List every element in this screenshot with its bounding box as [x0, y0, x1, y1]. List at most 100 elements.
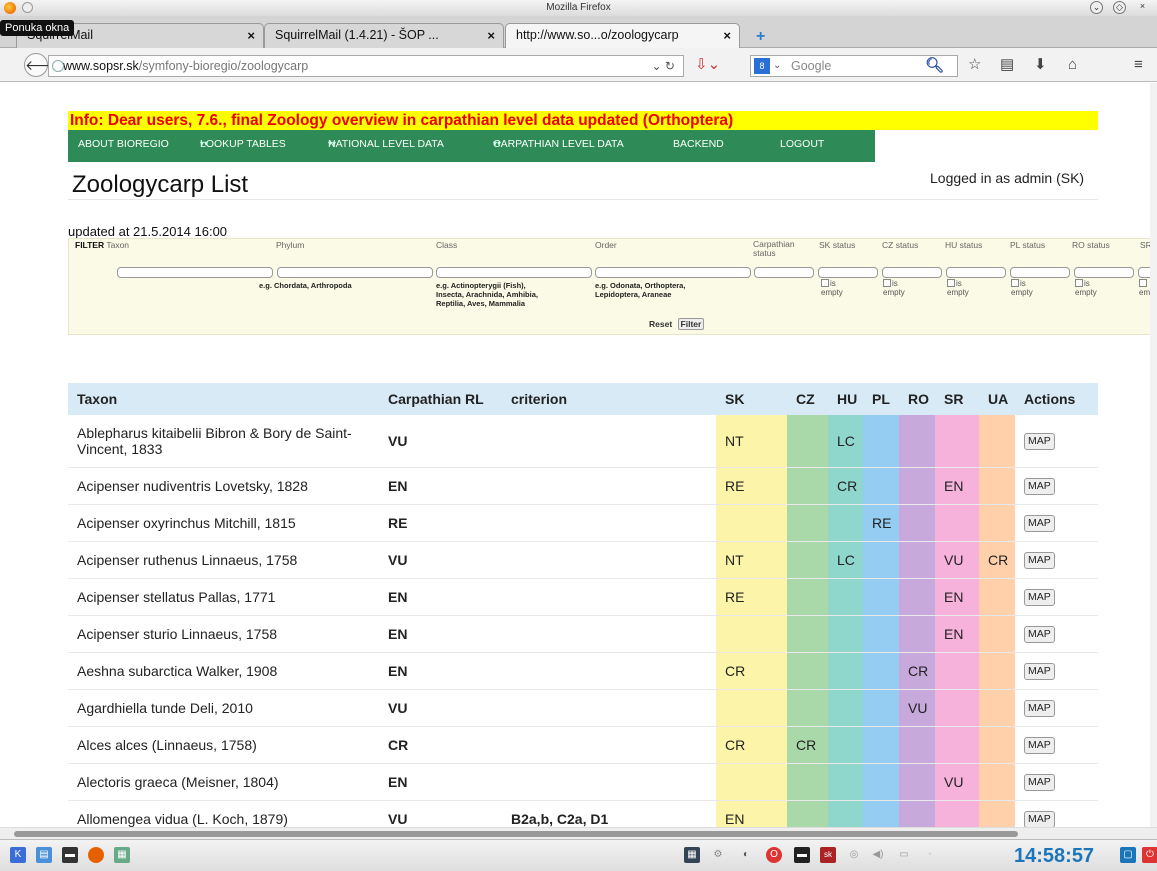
horizontal-scrollbar[interactable] — [0, 827, 1157, 839]
new-tab-button[interactable]: + — [756, 29, 765, 45]
filter-cz-label: CZ status — [882, 240, 919, 250]
col-carpathian-rl[interactable]: Carpathian RL — [379, 383, 502, 415]
dropdown-icon: ▾▾ — [200, 139, 209, 148]
pl-empty-checkbox[interactable]: is empty — [1011, 279, 1033, 297]
reload-icon[interactable]: ⌄ ↻ — [652, 56, 675, 76]
taskbar: K ▤ ▬ ▦ ▦ ⚙ ◐ O ▬ sk ◎ ◀) ▭ ◦ 14:58:57 ▢… — [0, 839, 1157, 871]
download-icon[interactable]: ⬇ — [1034, 56, 1047, 74]
maximize-icon[interactable]: ◇ — [1113, 1, 1126, 14]
search-engine-icon[interactable]: 8 — [754, 58, 770, 74]
url-bar[interactable]: www.sopsr.sk/symfony-bioregio/zoologycar… — [48, 55, 684, 77]
network-tray-icon[interactable]: ◎ — [846, 847, 862, 863]
carpathian-rl-cell: VU — [379, 800, 502, 827]
filter-ro-input[interactable] — [1074, 267, 1134, 278]
cz-empty-checkbox[interactable]: is empty — [883, 279, 905, 297]
kde-menu-icon[interactable]: K — [10, 847, 26, 863]
power-icon[interactable]: ⏻ — [1142, 847, 1157, 863]
search-placeholder: Google — [791, 59, 832, 73]
minimize-icon[interactable]: ⌄ — [1090, 1, 1103, 14]
file-manager-icon[interactable]: ▤ — [36, 847, 52, 863]
show-desktop-icon[interactable]: ▢ — [1120, 847, 1136, 863]
map-button[interactable]: MAP — [1024, 589, 1055, 606]
search-icon[interactable]: 🔍︎ — [925, 56, 944, 74]
home-icon[interactable]: ⌂ — [1068, 56, 1077, 74]
firefox-taskbar-icon[interactable] — [88, 847, 104, 863]
volume-icon[interactable]: ◀) — [870, 847, 886, 863]
map-button[interactable]: MAP — [1024, 774, 1055, 791]
col-hu[interactable]: HU — [828, 383, 863, 415]
tab-zoologycarp[interactable]: http://www.so...o/zoologycarp × — [505, 23, 740, 49]
bookmark-drop-icon[interactable]: ⇩⌄ — [695, 56, 720, 74]
map-button[interactable]: MAP — [1024, 626, 1055, 643]
back-button[interactable]: 🡐 — [24, 53, 63, 77]
menu-icon[interactable]: ≡ — [1134, 56, 1143, 74]
taxon-cell: Acipenser nudiventris Lovetsky, 1828 — [68, 467, 379, 505]
col-taxon[interactable]: Taxon — [68, 383, 379, 415]
reading-list-icon[interactable]: ▤ — [1000, 56, 1014, 74]
col-ro[interactable]: RO — [899, 383, 935, 415]
sr-empty-checkbox[interactable]: em — [1139, 279, 1150, 297]
tab-close-icon[interactable]: × — [247, 24, 255, 47]
window-menu-icon[interactable] — [22, 2, 33, 13]
col-cz[interactable]: CZ — [787, 383, 828, 415]
reset-button[interactable]: Reset — [649, 319, 672, 329]
map-button[interactable]: MAP — [1024, 811, 1055, 827]
gimp-tray-icon[interactable]: ◐ — [738, 847, 754, 863]
col-criterion[interactable]: criterion — [502, 383, 716, 415]
ro-empty-checkbox[interactable]: is empty — [1075, 279, 1097, 297]
order-hint-1: e.g. Odonata, Orthoptera, — [595, 281, 686, 290]
star-icon[interactable]: ☆ — [968, 56, 981, 74]
map-button[interactable]: MAP — [1024, 552, 1055, 569]
filter-taxon-input[interactable] — [117, 267, 273, 278]
filter-carp-status-input[interactable] — [754, 267, 814, 278]
map-button[interactable]: MAP — [1024, 663, 1055, 680]
monitor-tray-icon[interactable]: ▬ — [794, 847, 810, 863]
app-icon[interactable]: ▦ — [114, 847, 130, 863]
criterion-cell — [502, 504, 716, 542]
actions-cell: MAP — [1015, 415, 1098, 468]
tab-squirrelmail-sop[interactable]: SquirrelMail (1.4.21) - ŠOP ... × — [264, 23, 504, 48]
sk-empty-checkbox[interactable]: is empty — [821, 279, 843, 297]
col-sk[interactable]: SK — [716, 383, 787, 415]
filter-pl-input[interactable] — [1010, 267, 1070, 278]
hu-empty-checkbox[interactable]: is empty — [947, 279, 969, 297]
filter-phylum-input[interactable] — [277, 267, 433, 278]
filter-carp-status-label: Carpathian status — [753, 239, 795, 258]
filter-cz-input[interactable] — [882, 267, 942, 278]
col-ua[interactable]: UA — [979, 383, 1015, 415]
keyboard-layout-icon[interactable]: sk — [820, 847, 836, 863]
terminal-icon[interactable]: ▬ — [62, 847, 78, 863]
col-pl[interactable]: PL — [863, 383, 899, 415]
filter-order-input[interactable] — [595, 267, 751, 278]
map-button[interactable]: MAP — [1024, 700, 1055, 717]
filter-class-input[interactable] — [436, 267, 592, 278]
col-sr[interactable]: SR — [935, 383, 979, 415]
battery-icon[interactable]: ◦ — [922, 847, 938, 863]
dropdown-icon: ▾▾ — [493, 139, 502, 148]
map-button[interactable]: MAP — [1024, 737, 1055, 754]
tab-close-icon[interactable]: × — [723, 24, 731, 47]
firefox-icon[interactable] — [4, 2, 16, 14]
filter-button[interactable]: Filter — [677, 318, 705, 330]
map-button[interactable]: MAP — [1024, 478, 1055, 495]
hu-status-cell: LC — [828, 415, 863, 468]
criterion-cell — [502, 415, 716, 468]
filter-sk-input[interactable] — [818, 267, 878, 278]
tab-close-icon[interactable]: × — [487, 24, 495, 47]
menu-about[interactable]: ABOUT BIOREGIO — [78, 130, 169, 158]
map-button[interactable]: MAP — [1024, 515, 1055, 532]
settings-tray-icon[interactable]: ⚙ — [710, 847, 726, 863]
filter-phylum-label: Phylum — [276, 240, 305, 250]
opera-tray-icon[interactable]: O — [766, 847, 782, 863]
map-button[interactable]: MAP — [1024, 433, 1055, 451]
display-tray-icon[interactable]: ▭ — [896, 847, 912, 863]
vertical-scrollbar[interactable] — [1150, 83, 1157, 827]
window-switcher-icon[interactable]: ▦ — [684, 847, 700, 863]
menu-backend[interactable]: BACKEND — [673, 130, 724, 158]
navigation-bar: 🡐 www.sopsr.sk/symfony-bioregio/zoologyc… — [0, 48, 1157, 82]
scrollbar-thumb[interactable] — [14, 831, 1018, 837]
pl-status-cell — [863, 541, 899, 579]
close-icon[interactable]: × — [1136, 1, 1149, 14]
menu-logout[interactable]: LOGOUT — [780, 130, 824, 158]
filter-hu-input[interactable] — [946, 267, 1006, 278]
